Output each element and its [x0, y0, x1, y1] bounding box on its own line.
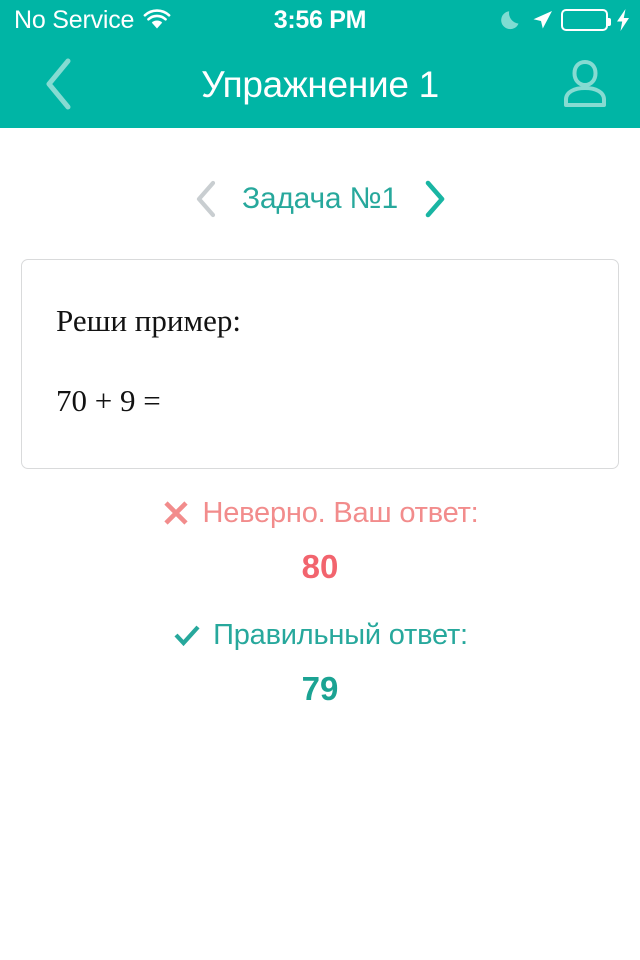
profile-button[interactable]: [554, 53, 616, 115]
status-bar: No Service 3:56 PM: [0, 0, 640, 40]
wrong-answer-label: Неверно. Ваш ответ:: [202, 496, 479, 529]
chevron-left-icon: [41, 57, 75, 111]
back-button[interactable]: [30, 56, 86, 112]
correct-answer-label: Правильный ответ:: [213, 618, 468, 651]
battery-icon: [561, 9, 611, 31]
previous-task-button[interactable]: [189, 179, 223, 219]
chevron-right-icon: [421, 180, 447, 218]
navigation-bar: Упражнение 1: [0, 40, 640, 128]
check-icon: [172, 620, 202, 650]
app-screen: No Service 3:56 PM Упражнение 1 Задача №…: [0, 0, 640, 960]
task-pager: Задача №1: [0, 170, 640, 228]
user-icon: [556, 55, 614, 113]
location-arrow-icon: [530, 8, 554, 32]
task-label: Задача №1: [241, 182, 399, 215]
wrong-answer-block: Неверно. Ваш ответ: 80: [0, 498, 640, 583]
moon-icon: [499, 8, 523, 32]
question-card: Реши пример: 70 + 9 =: [21, 259, 619, 469]
question-expression: 70 + 9 =: [56, 383, 161, 418]
correct-answer-value: 79: [301, 670, 339, 707]
chevron-left-icon: [193, 180, 219, 218]
wrong-answer-value: 80: [301, 548, 339, 585]
wrong-answer-line: Неверно. Ваш ответ:: [0, 498, 640, 528]
status-bar-right-group: [499, 8, 631, 32]
correct-answer-block: Правильный ответ: 79: [0, 620, 640, 705]
next-task-button[interactable]: [417, 179, 451, 219]
question-prompt: Реши пример:: [56, 303, 241, 338]
correct-answer-line: Правильный ответ:: [0, 620, 640, 650]
page-title: Упражнение 1: [201, 63, 439, 105]
cross-icon: [161, 498, 191, 528]
lightning-bolt-icon: [615, 8, 631, 32]
